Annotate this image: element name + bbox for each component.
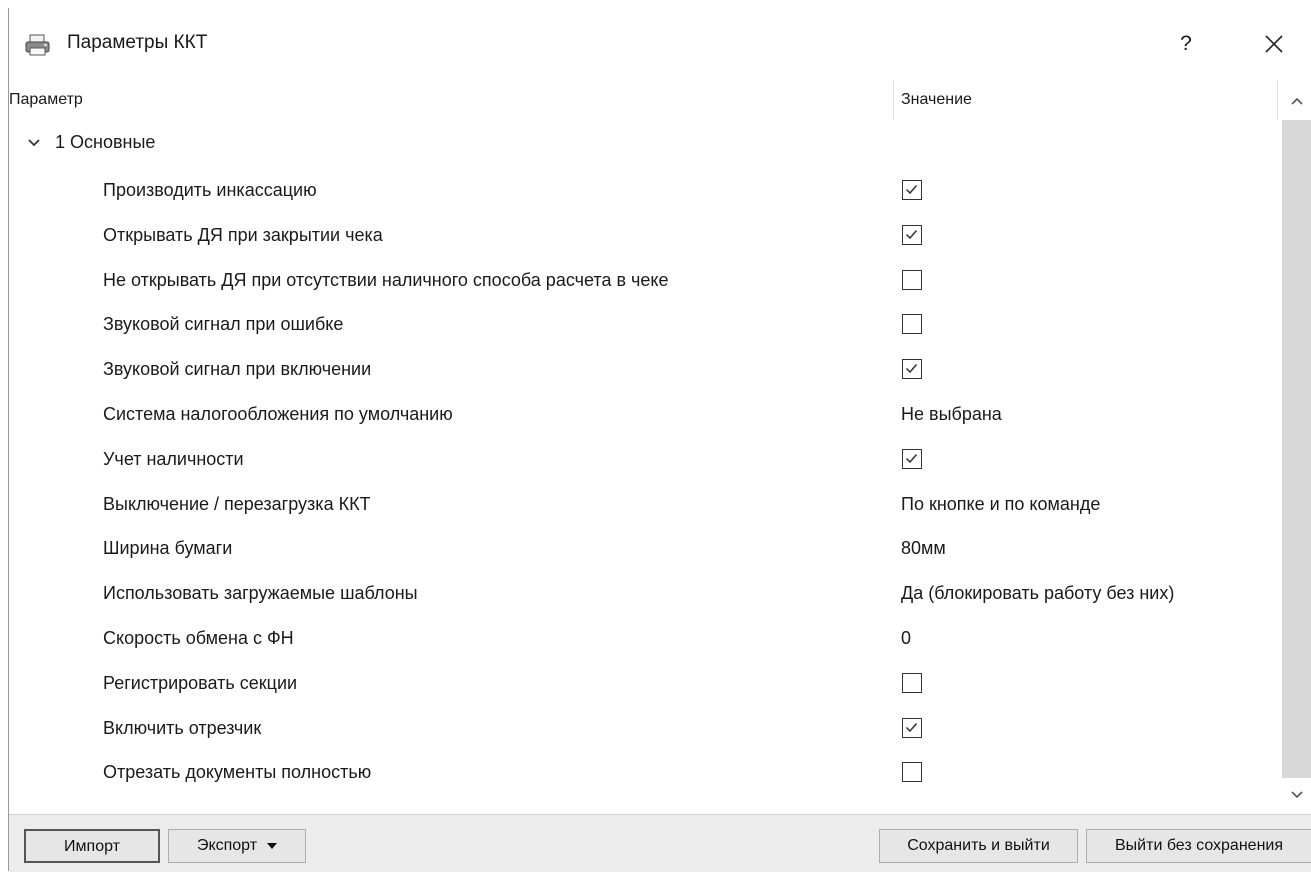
parameter-checkbox[interactable] [902,180,922,200]
parameter-label: Скорость обмена с ФН [103,628,294,648]
export-button[interactable]: Экспорт [168,829,306,863]
parameter-value[interactable]: Да (блокировать работу без них) [901,583,1174,604]
column-divider[interactable] [893,80,894,120]
parameter-row[interactable]: Учет наличности [9,439,1282,483]
parameter-row[interactable]: Не открывать ДЯ при отсутствии наличного… [9,260,1282,304]
vertical-scrollbar[interactable] [1282,80,1311,814]
parameter-label: Учет наличности [103,448,244,469]
parameter-checkbox[interactable] [902,762,922,783]
parameter-row[interactable]: Скорость обмена с ФН 0 [9,618,1282,662]
parameter-label: Регистрировать секции [103,672,298,693]
parameter-row[interactable]: Отрезать документы полностью [9,752,1282,796]
parameter-label: Отрезать документы полностью [103,762,372,783]
column-divider-end [1277,80,1278,120]
button-bar: Импорт Экспорт Сохранить и выйти Выйти б… [9,814,1311,872]
checkmark-icon [905,364,918,374]
printer-icon [25,34,51,56]
parameter-row[interactable]: Включить отрезчик [9,708,1282,752]
parameter-label: Система налогообложения по умолчанию [103,404,453,424]
parameter-label: Выключение / перезагрузка ККТ [103,493,371,514]
scroll-down-button[interactable] [1282,780,1311,810]
title-bar: Параметры ККТ ? [9,8,1311,74]
parameter-row[interactable]: Система налогообложения по умолчанию Не в… [9,394,1282,438]
parameter-checkbox[interactable] [902,717,922,738]
save-and-exit-button[interactable]: Сохранить и выйти [879,829,1078,863]
column-header-param[interactable]: Параметр [9,91,83,109]
parameter-row[interactable]: Звуковой сигнал при ошибке [9,304,1282,348]
parameter-label: Ширина бумаги [103,538,233,559]
parameter-checkbox[interactable] [902,224,922,245]
parameter-row[interactable]: Открывать ДЯ при закрытии чека [9,215,1282,259]
parameter-value[interactable]: 0 [901,628,911,649]
parameter-value[interactable]: 80мм [901,538,946,559]
parameter-label: Звуковой сигнал при ошибке [103,314,344,335]
checkmark-icon [905,229,918,239]
column-header-value[interactable]: Значение [901,91,972,109]
export-label: Экспорт [196,837,258,854]
parameter-row[interactable]: Ширина бумаги 80мм [9,528,1282,572]
close-button[interactable] [1254,24,1294,64]
checkmark-icon [905,453,918,463]
parameter-checkbox[interactable] [902,314,922,335]
close-icon [1265,35,1283,53]
checkmark-icon [905,185,918,195]
parameter-value[interactable]: Не выбрана [901,404,1002,425]
parameter-label: Открывать ДЯ при закрытии чека [103,224,383,245]
checkmark-icon [905,722,918,732]
dialog-window: Параметры ККТ ? Параметр Значение 1 Осно… [8,8,1311,872]
scroll-up-button[interactable] [1282,86,1311,116]
parameter-label: Использовать загружаемые шаблоны [103,583,418,604]
parameter-value[interactable]: По кнопке и по команде [901,494,1100,515]
parameter-label: Производить инкассацию [103,180,317,200]
parameter-row[interactable]: Использовать загружаемые шаблоны Да (блок… [9,573,1282,617]
tree-header: Параметр Значение [9,80,1282,120]
parameter-checkbox[interactable] [902,269,922,290]
group-basic[interactable]: 1 Основные [9,126,889,160]
parameter-checkbox[interactable] [902,359,922,380]
parameter-row[interactable]: Звуковой сигнал при включении [9,349,1282,393]
parameter-label: Звуковой сигнал при включении [103,359,372,380]
help-button[interactable]: ? [1171,26,1201,62]
chevron-down-icon[interactable] [27,136,41,150]
scrollbar-thumb[interactable] [1282,120,1311,778]
parameter-row[interactable]: Выключение / перезагрузка ККТ По кнопке и… [9,484,1282,528]
dropdown-arrow-icon [267,842,278,849]
chevron-up-icon [1291,97,1303,105]
import-button[interactable]: Импорт [24,829,160,863]
parameter-checkbox[interactable] [902,672,922,693]
window-title: Параметры ККТ [67,32,208,53]
group-label: 1 Основные [55,132,156,152]
parameter-label: Включить отрезчик [103,717,262,738]
parameter-row[interactable]: Производить инкассацию [9,170,1282,214]
chevron-down-icon [1291,791,1303,799]
parameter-label: Не открывать ДЯ при отсутствии наличного… [103,269,669,290]
parameter-row[interactable]: Регистрировать секции [9,663,1282,707]
parameters-tree: Параметр Значение 1 Основные Производить… [9,80,1282,814]
exit-without-saving-button[interactable]: Выйти без сохранения [1086,829,1311,863]
parameter-checkbox[interactable] [902,448,922,469]
